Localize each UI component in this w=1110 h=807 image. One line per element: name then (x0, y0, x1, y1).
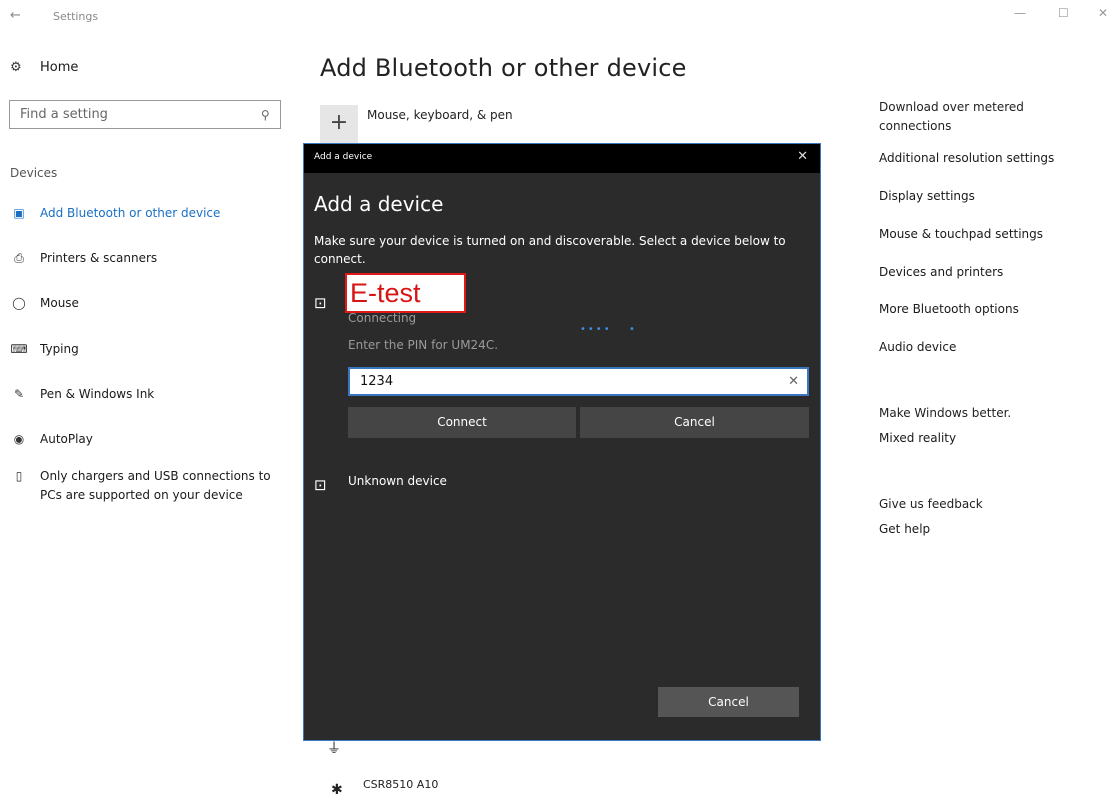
dialog-description: Make sure your device is turned on and d… (314, 234, 786, 266)
sidebar-item-mouse[interactable]: ◯ Mouse (10, 294, 290, 313)
maximize-icon[interactable]: ☐ (1058, 6, 1069, 20)
section-heading: Devices (10, 166, 58, 180)
sidebar-item-label: Only chargers and USB connections to PCs… (40, 469, 271, 502)
device-name-highlight[interactable]: E-test (345, 273, 466, 313)
link-display-settings[interactable]: Display settings (879, 189, 1089, 203)
cancel-pin-button[interactable]: Cancel (580, 407, 809, 438)
pin-value: 1234 (360, 374, 394, 389)
dialog-heading: Add a device (314, 192, 444, 216)
progress-dots-icon: •••• (580, 324, 612, 335)
bluetooth-icon: ✱ (331, 782, 343, 798)
autoplay-icon: ◉ (13, 432, 25, 446)
metered-label: Download over metered connections (879, 100, 1024, 133)
device-name[interactable]: CSR8510 A10 (363, 778, 438, 791)
home-label: Home (40, 60, 79, 75)
minimize-icon[interactable]: — (1014, 6, 1026, 20)
printer-icon: ⎙ (14, 251, 24, 265)
search-placeholder: Find a setting (20, 107, 108, 122)
sidebar-item-label: Pen & Windows Ink (40, 387, 155, 401)
page-title: Add Bluetooth or other device (320, 54, 687, 82)
link-get-help[interactable]: Get help (879, 522, 1089, 536)
link-devices-printers[interactable]: Devices and printers (879, 265, 1089, 279)
cancel-button[interactable]: Cancel (658, 687, 799, 717)
sidebar-item-pen[interactable]: ✎ Pen & Windows Ink (10, 385, 290, 404)
clear-icon[interactable]: ✕ (788, 374, 799, 389)
unknown-device-label[interactable]: Unknown device (348, 474, 447, 488)
sidebar-item-label: Mouse (40, 296, 79, 310)
add-device-dialog: Add a device ✕ Add a device Make sure yo… (303, 143, 821, 741)
feedback-heading: Give us feedback (879, 495, 1089, 514)
feedback-label: Give us feedback (879, 497, 983, 511)
title-bar: ← Settings — ☐ ✕ (0, 0, 1110, 34)
sidebar-item-label: AutoPlay (40, 432, 93, 446)
home-nav[interactable]: ⚙ Home (10, 60, 78, 75)
pin-prompt: Enter the PIN for UM24C. (348, 338, 499, 352)
gear-icon: ⚙ (10, 60, 22, 75)
window-title: Settings (53, 10, 99, 23)
search-icon: ⚲ (261, 107, 270, 122)
pen-icon: ✎ (13, 387, 25, 401)
sidebar-item-add-bluetooth[interactable]: ▣ Add Bluetooth or other device (10, 204, 290, 223)
make-better-label: Make Windows better. (879, 406, 1012, 420)
link-audio-device[interactable]: Audio device (879, 340, 1089, 354)
back-arrow-icon[interactable]: ← (10, 8, 21, 23)
network-device-icon: ⏚ (327, 741, 341, 757)
make-better-heading: Make Windows better. (879, 404, 1089, 423)
dialog-title-bar: Add a device ✕ (304, 144, 820, 173)
add-device-button[interactable]: + (320, 105, 358, 143)
search-input[interactable]: Find a setting ⚲ (9, 100, 281, 129)
connection-status: Connecting (348, 311, 417, 325)
link-more-bluetooth[interactable]: More Bluetooth options (879, 302, 1089, 316)
usb-icon: ▯ (15, 469, 23, 483)
sidebar-item-printers[interactable]: ⎙ Printers & scanners (10, 249, 290, 268)
sidebar-item-typing[interactable]: ⌨ Typing (10, 340, 290, 359)
progress-dot-icon: • (629, 324, 635, 335)
sidebar-item-label: Typing (40, 342, 79, 356)
sidebar-item-label: Add Bluetooth or other device (40, 206, 221, 220)
pin-input[interactable]: 1234 ✕ (348, 367, 809, 396)
device-icon: ⊡ (314, 294, 327, 312)
bluetooth-devices-icon: ▣ (13, 206, 25, 220)
metered-text: Download over metered connections (879, 98, 1089, 136)
link-additional-resolution[interactable]: Additional resolution settings (879, 151, 1089, 165)
sidebar-item-usb[interactable]: ▯ Only chargers and USB connections to P… (10, 467, 290, 505)
plus-icon: + (329, 110, 349, 135)
sidebar-item-autoplay[interactable]: ◉ AutoPlay (10, 430, 290, 449)
keyboard-icon: ⌨ (10, 342, 28, 356)
device-icon: ⊡ (314, 476, 327, 494)
dialog-bar-title: Add a device (314, 152, 373, 162)
link-mouse-touchpad[interactable]: Mouse & touchpad settings (879, 227, 1089, 241)
sidebar-item-label: Printers & scanners (40, 251, 158, 265)
link-mixed-reality[interactable]: Mixed reality (879, 431, 1089, 445)
mouse-icon: ◯ (12, 296, 26, 310)
connect-button[interactable]: Connect (348, 407, 576, 438)
add-device-label: Mouse, keyboard, & pen (367, 108, 513, 122)
close-icon[interactable]: ✕ (797, 149, 808, 164)
close-icon[interactable]: ✕ (1098, 6, 1108, 20)
